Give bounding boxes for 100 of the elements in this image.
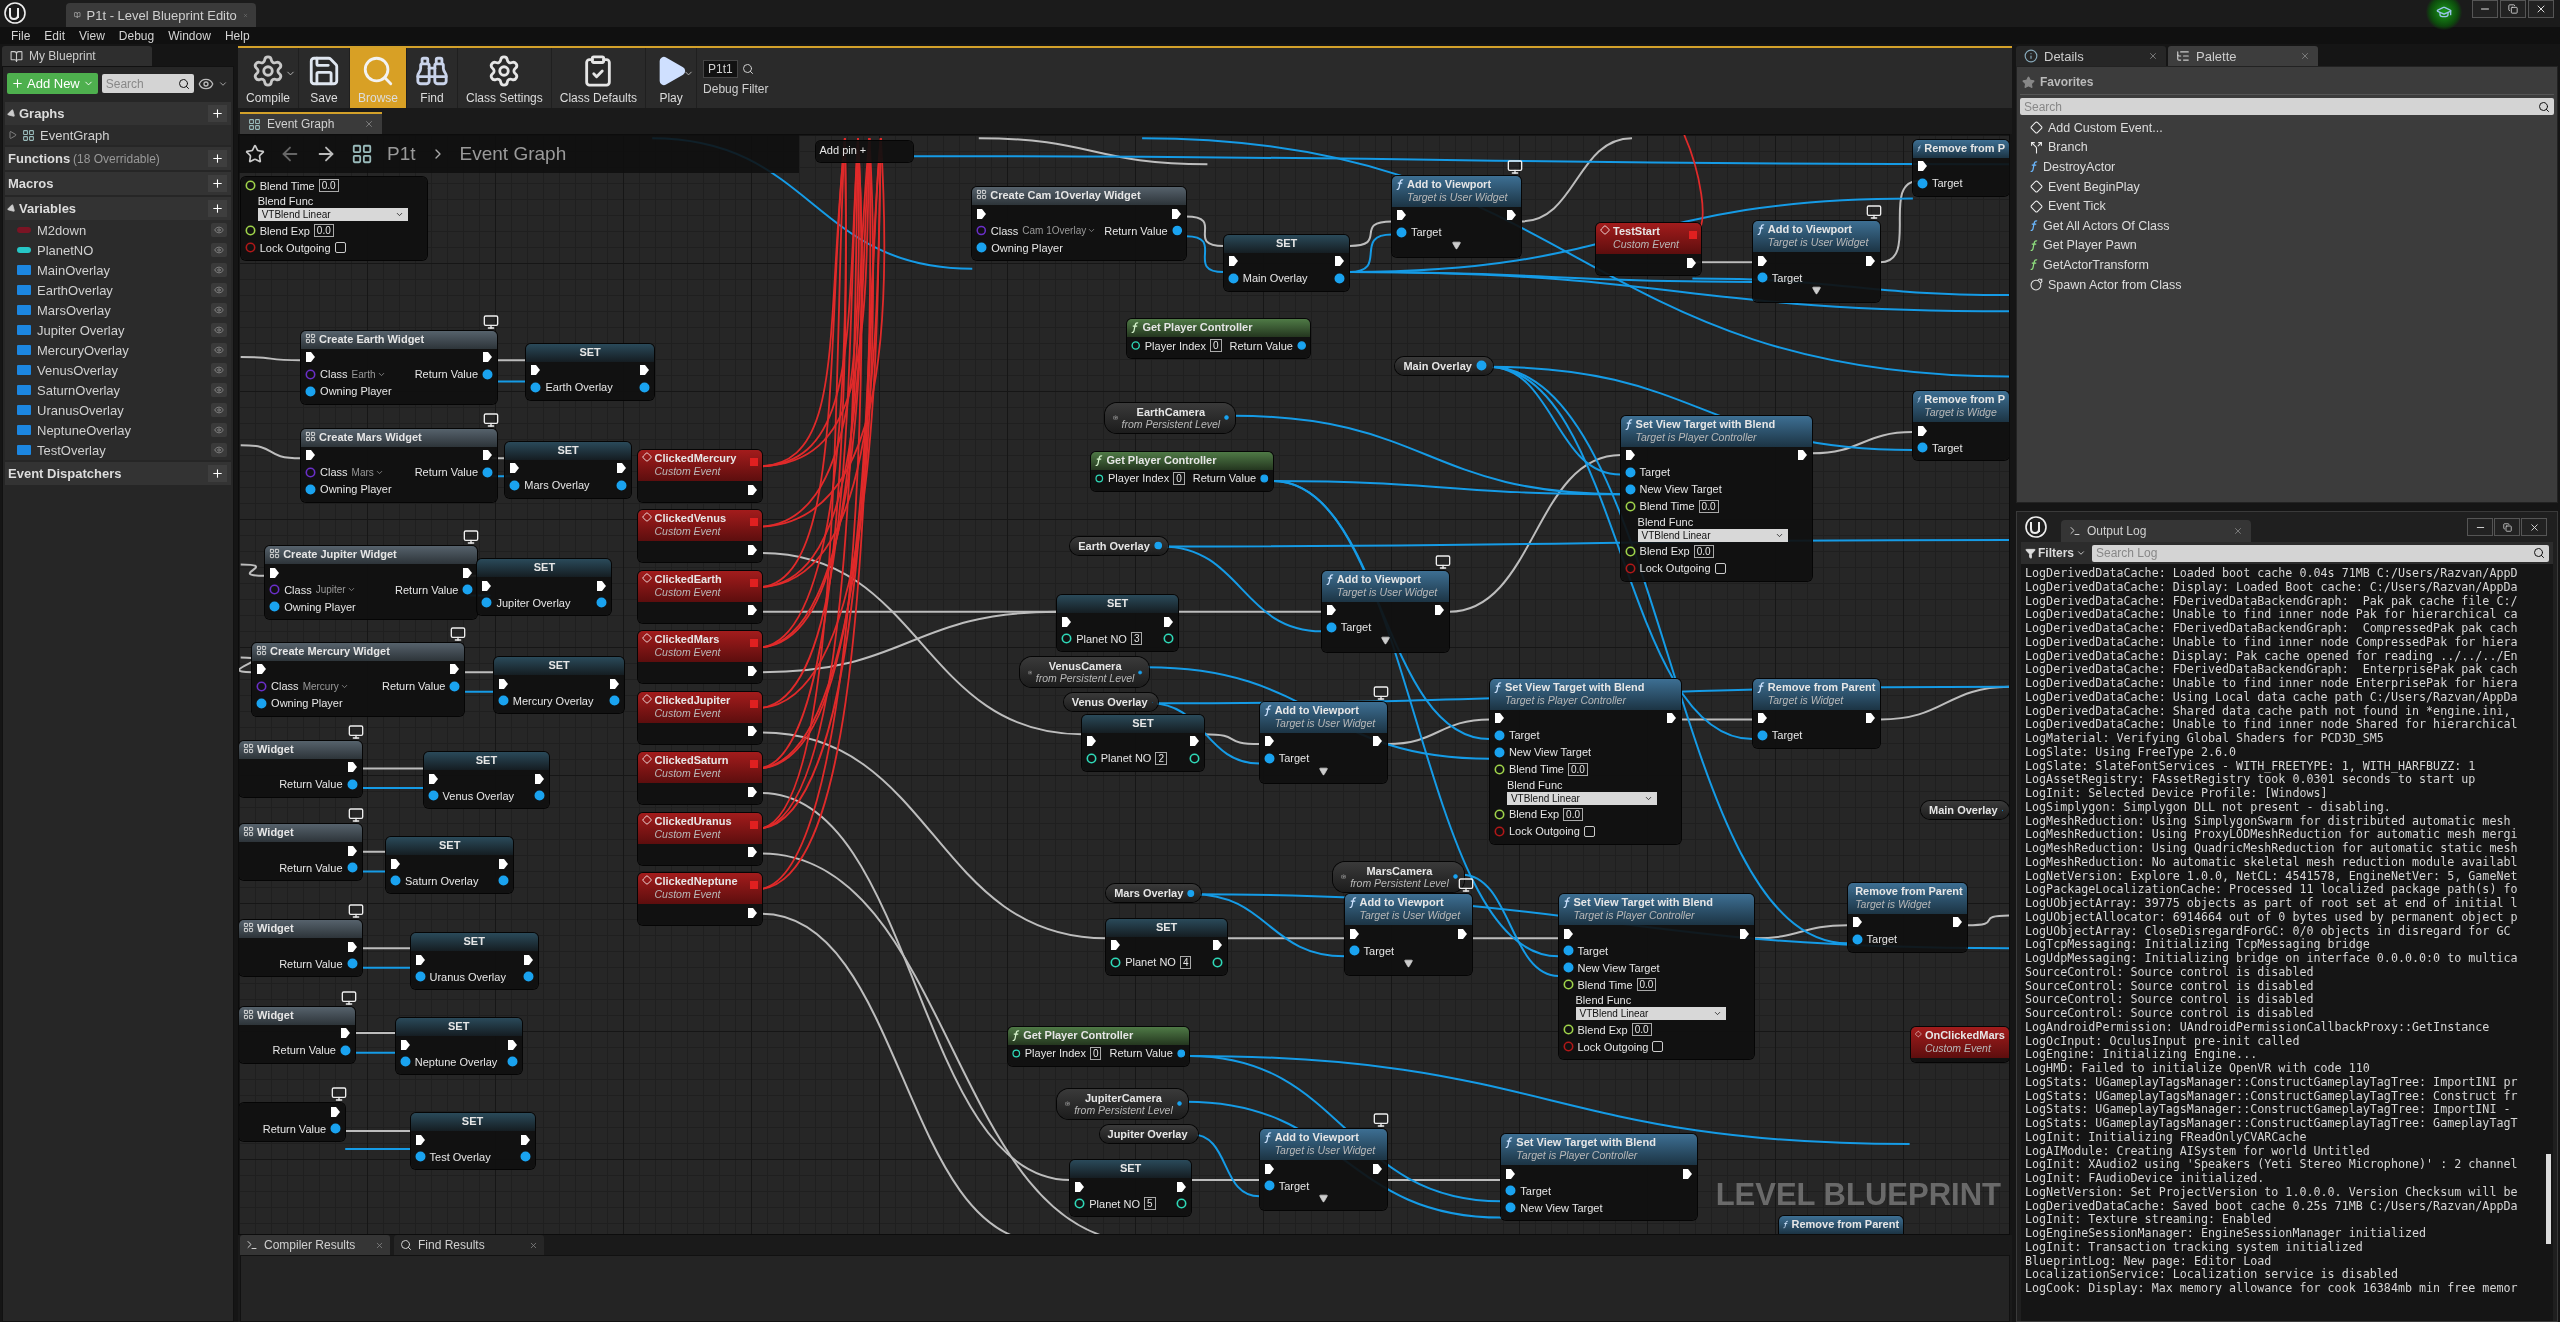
exec-pin-icon[interactable] <box>305 449 317 462</box>
graph-node[interactable]: SET Uranus Overlay <box>410 933 538 990</box>
pin-icon[interactable] <box>1334 272 1346 284</box>
exec-pin-icon[interactable] <box>1334 255 1346 267</box>
value-field[interactable]: 2 <box>1155 751 1167 765</box>
exec-pin-icon[interactable] <box>1865 712 1877 725</box>
pin-icon[interactable] <box>497 695 509 707</box>
value-field[interactable]: 0.0 <box>1693 544 1714 558</box>
breadcrumb-item[interactable]: Event Graph <box>459 143 567 165</box>
maximize-button[interactable] <box>2494 518 2520 536</box>
exec-pin-icon[interactable] <box>746 544 758 556</box>
exec-pin-icon[interactable] <box>340 1027 351 1040</box>
value-field[interactable]: 5 <box>1144 1197 1156 1211</box>
pin-icon[interactable] <box>1493 729 1505 741</box>
pin-icon[interactable] <box>1012 1047 1021 1059</box>
pin-icon[interactable] <box>1916 442 1928 454</box>
pin-icon[interactable] <box>1562 962 1574 974</box>
pin-icon[interactable] <box>399 1056 411 1068</box>
graph-node[interactable]: SET Jupiter Overlay <box>477 559 612 616</box>
class-dropdown[interactable]: Earth <box>351 368 386 380</box>
pin-icon[interactable] <box>390 875 401 887</box>
variable-item[interactable]: MercuryOverlay <box>5 340 231 360</box>
exec-pin-icon[interactable] <box>1227 255 1239 267</box>
graph-node[interactable]: Remove from P Target <box>1912 139 2009 196</box>
pin-icon[interactable] <box>609 695 621 707</box>
value-field[interactable]: 0.0 <box>1698 499 1719 513</box>
exec-pin-icon[interactable] <box>390 857 401 870</box>
variable-item[interactable]: M2down <box>5 220 231 240</box>
graph-node[interactable]: Remove from Parent <box>1778 1215 1904 1234</box>
exec-pin-icon[interactable] <box>1074 1180 1086 1193</box>
pin-icon[interactable] <box>346 778 358 790</box>
checkbox[interactable] <box>334 242 346 254</box>
variable-item[interactable]: MainOverlay <box>5 260 231 280</box>
pin-icon[interactable] <box>330 1123 342 1135</box>
palette-item[interactable]: Event Tick <box>2020 196 2554 216</box>
variable-node[interactable]: EarthCamera from Persistent Level <box>1104 402 1236 433</box>
section-header[interactable]: Graphs <box>5 102 231 125</box>
exec-pin-icon[interactable] <box>615 462 627 475</box>
value-field[interactable]: 0.0 <box>313 224 334 238</box>
document-tab[interactable]: P1t - Level Blueprint Edito <box>66 3 256 27</box>
exec-pin-icon[interactable] <box>506 1038 518 1051</box>
pin-icon[interactable] <box>449 680 461 692</box>
exec-pin-icon[interactable] <box>1505 1167 1517 1180</box>
pin-icon[interactable] <box>305 385 317 397</box>
variable-node[interactable]: MarsCamera from Persistent Level <box>1333 861 1464 892</box>
palette-item[interactable]: Branch <box>2020 137 2554 158</box>
graph-node[interactable]: Add to Viewport Target is User Widget Target <box>1259 1129 1388 1211</box>
exec-pin-icon[interactable] <box>346 844 358 857</box>
variable-node[interactable]: VenusCamera from Persistent Level <box>1019 657 1149 688</box>
graph-node[interactable]: Remove from Parent Target is Widget Target <box>1752 678 1881 748</box>
pin-icon[interactable] <box>256 697 268 709</box>
expand-icon[interactable] <box>1380 635 1390 645</box>
exec-pin-icon[interactable] <box>530 364 542 377</box>
exec-pin-icon[interactable] <box>1372 735 1384 748</box>
pin-icon[interactable] <box>1624 545 1636 557</box>
graph-node[interactable]: Add to Viewport Target is User Widget Target <box>1259 701 1388 783</box>
exec-pin-icon[interactable] <box>522 953 534 966</box>
graph-node[interactable]: Set View Target with Blend Target is Player Controller Target New View Target Blend Time 0.0 Blend Func VTBlend Linear Blend Exp 0.0 Lock Outgoing <box>1489 678 1681 844</box>
exec-pin-icon[interactable] <box>1212 939 1223 952</box>
pin-icon[interactable] <box>346 958 358 970</box>
close-icon[interactable] <box>375 1240 384 1250</box>
menu-item[interactable]: Debug <box>111 27 162 44</box>
close-icon[interactable] <box>364 119 374 129</box>
variable-item[interactable]: PlanetNO <box>5 240 231 260</box>
pin-icon[interactable] <box>482 368 494 380</box>
value-field[interactable]: 0.0 <box>1636 978 1657 992</box>
exec-pin-icon[interactable] <box>976 207 988 220</box>
palette-item[interactable]: DestroyActor <box>2020 157 2554 177</box>
variable-node[interactable]: Main Overlay <box>1921 801 2009 820</box>
dropdown[interactable]: VTBlend Linear <box>1637 528 1788 542</box>
pin-icon[interactable] <box>1110 956 1122 968</box>
graph-node[interactable]: TestStart Custom Event <box>1596 223 1701 276</box>
search-field[interactable]: Search Log <box>2092 544 2549 562</box>
pin-icon[interactable] <box>498 875 510 887</box>
graph-node[interactable]: Create Mercury Widget Class Mercury Return Value Owning Player <box>252 642 465 716</box>
palette-item[interactable]: Get Player Pawn <box>2020 235 2554 256</box>
pin-icon[interactable] <box>1476 360 1488 372</box>
exec-pin-icon[interactable] <box>609 677 621 690</box>
palette-item[interactable]: Get All Actors Of Class <box>2020 215 2554 236</box>
pin-icon[interactable] <box>1624 500 1636 512</box>
exec-pin-icon[interactable] <box>346 940 358 953</box>
variable-item[interactable]: UranusOverlay <box>5 400 231 420</box>
pin-icon[interactable] <box>1163 633 1174 645</box>
graduation-cap-icon[interactable] <box>2436 4 2452 20</box>
pin-icon[interactable] <box>1176 1047 1186 1059</box>
pin-icon[interactable] <box>1851 933 1863 945</box>
graph-node[interactable]: Add to Viewport Target is User Widget Target <box>1321 570 1450 652</box>
exec-pin-icon[interactable] <box>1739 927 1751 940</box>
exec-pin-icon[interactable] <box>427 772 439 785</box>
pin-icon[interactable] <box>1325 621 1337 633</box>
exec-pin-icon[interactable] <box>1796 449 1808 462</box>
pin-icon[interactable] <box>1493 808 1505 820</box>
graph-node[interactable]: SET Test Overlay <box>410 1113 535 1170</box>
graph-node[interactable]: OnClickedMars Custom Event <box>1911 1026 2009 1062</box>
add-button[interactable] <box>208 105 227 122</box>
exec-pin-icon[interactable] <box>1916 160 1928 173</box>
graph-node[interactable]: Get Player Controller Player Index 0 Return Value <box>1127 319 1311 359</box>
exec-pin-icon[interactable] <box>509 462 521 475</box>
exec-pin-icon[interactable] <box>269 566 281 579</box>
exec-pin-icon[interactable] <box>1456 927 1468 940</box>
